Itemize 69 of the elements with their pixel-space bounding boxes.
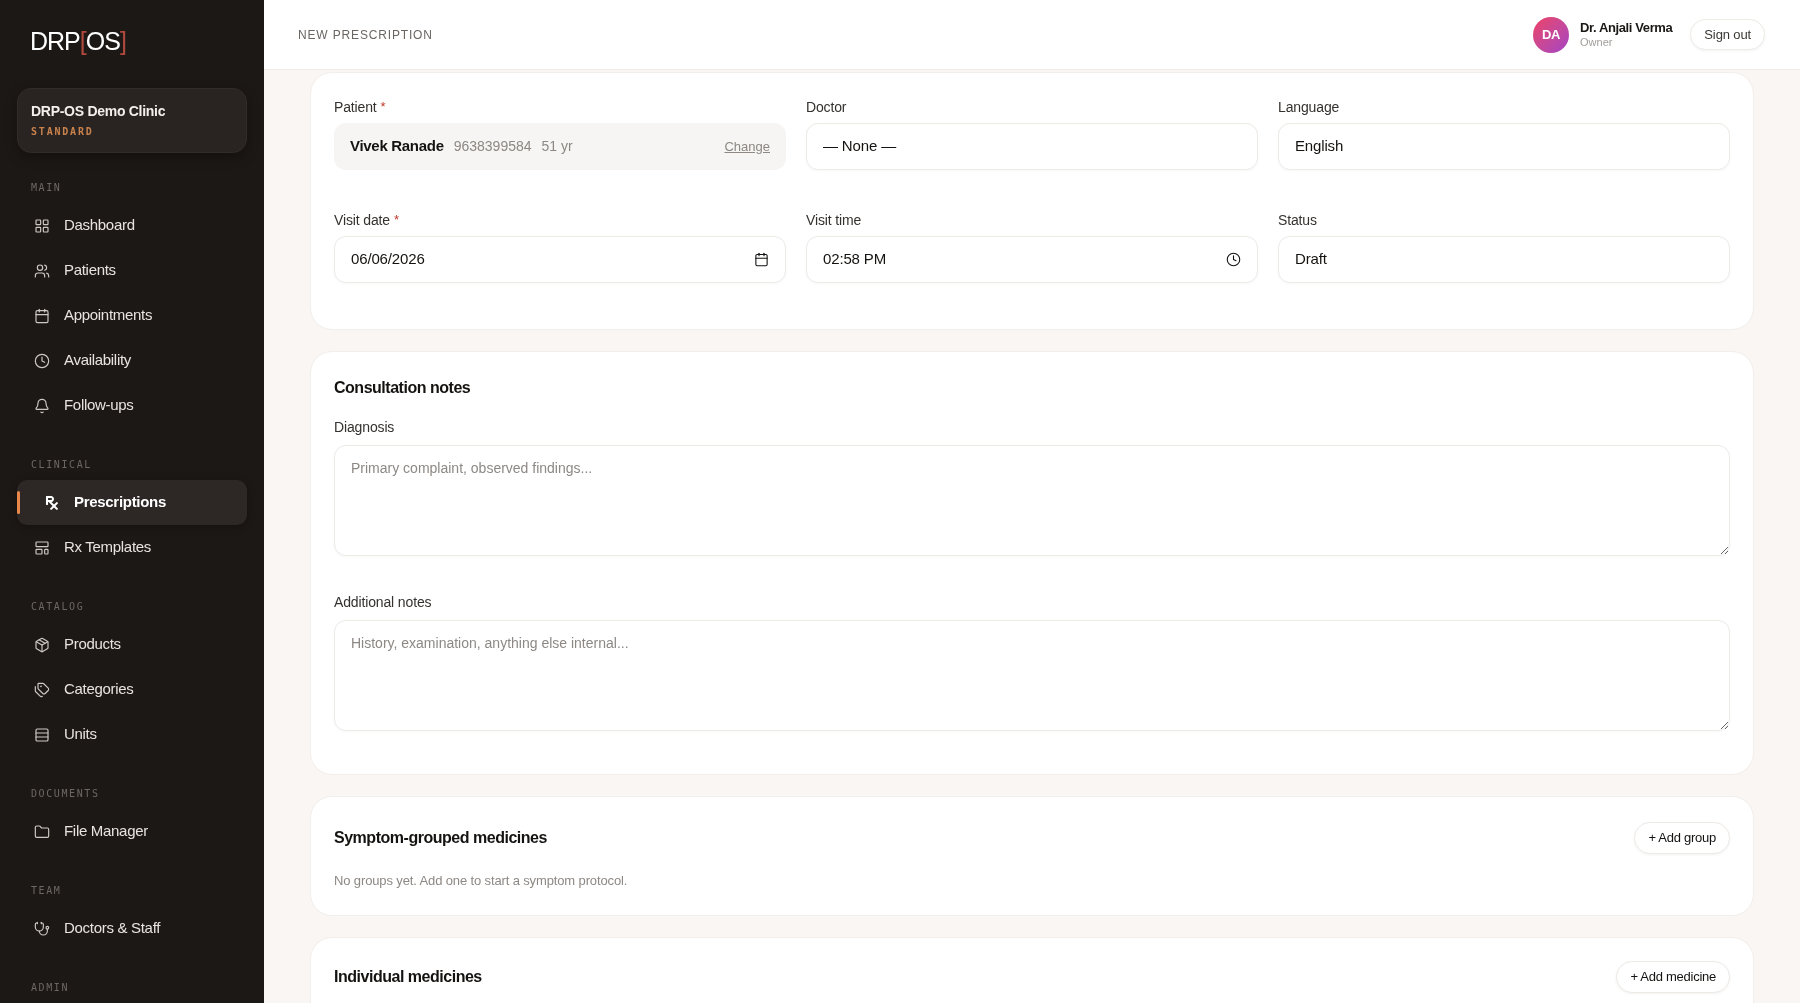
folder-icon xyxy=(34,823,50,840)
section-label: MAIN xyxy=(31,180,62,195)
field-label: Status xyxy=(1278,210,1317,230)
page-title: NEW PRESCRIPTION xyxy=(298,26,433,44)
patient-phone: 9638399584 xyxy=(453,137,532,156)
clock-icon xyxy=(1226,252,1241,267)
field-label: Patient xyxy=(334,97,377,117)
field-label: Diagnosis xyxy=(334,417,395,437)
sign-out-button[interactable]: Sign out xyxy=(1690,19,1765,50)
field-label: Language xyxy=(1278,97,1340,117)
field-label: Visit time xyxy=(806,210,862,230)
required-mark: * xyxy=(380,98,386,117)
notes-textarea[interactable]: Primary complaint, observed findings... xyxy=(334,445,1730,556)
tags-icon xyxy=(34,681,50,698)
select-field[interactable]: English xyxy=(1278,123,1730,170)
sidebar-item[interactable]: Doctors & Staff xyxy=(17,906,247,951)
active-indicator xyxy=(17,491,20,514)
field-label: Visit date xyxy=(334,210,390,230)
bell-icon xyxy=(34,397,50,414)
sidebar-item[interactable]: Categories xyxy=(17,667,247,712)
clock-icon xyxy=(34,352,50,369)
section-label: DOCUMENTS xyxy=(31,786,100,801)
sidebar-item[interactable]: Units xyxy=(17,712,247,757)
sidebar-item[interactable]: Appointments xyxy=(17,293,247,338)
section-label: CATALOG xyxy=(31,599,85,614)
date-field[interactable]: 06/06/2026 xyxy=(334,236,786,283)
notes-textarea[interactable]: History, examination, anything else internal... xyxy=(334,620,1730,731)
sidebar-item[interactable]: Dashboard xyxy=(17,203,247,248)
required-mark: * xyxy=(393,211,399,230)
select-field[interactable]: — None — xyxy=(806,123,1258,170)
patient-field[interactable]: Vivek Ranade 9638399584 51 yr Change xyxy=(334,123,786,170)
sidebar-item[interactable]: Products xyxy=(17,622,247,667)
patient-age: 51 yr xyxy=(541,137,573,156)
sidebar-item[interactable]: File Manager xyxy=(17,809,247,854)
sidebar-item[interactable]: Follow-ups xyxy=(17,383,247,428)
logo-text: DRP[OS] xyxy=(30,27,126,55)
rows-icon xyxy=(34,726,50,743)
empty-state-text: No groups yet. Add one to start a symptom protocol. xyxy=(334,872,629,889)
sidebar-item[interactable]: Patients xyxy=(17,248,247,293)
section-label: TEAM xyxy=(31,883,62,898)
select-field[interactable]: Draft xyxy=(1278,236,1730,283)
user-role: Owner xyxy=(1580,36,1614,49)
user-avatar: DA xyxy=(1533,16,1570,53)
add-button[interactable]: + Add medicine xyxy=(1616,961,1730,993)
template-icon xyxy=(34,539,50,556)
plan-label: STANDARD xyxy=(31,126,95,138)
time-field[interactable]: 02:58 PM xyxy=(806,236,1258,283)
add-button[interactable]: + Add group xyxy=(1634,822,1730,854)
sidebar-item[interactable]: Prescriptions xyxy=(17,480,247,525)
package-icon xyxy=(34,636,50,653)
user-name: Dr. Anjali Verma xyxy=(1580,20,1673,36)
section-title: Individual medicines xyxy=(334,967,482,987)
clinic-name: DRP-OS Demo Clinic xyxy=(31,103,167,120)
stethoscope-icon xyxy=(34,920,50,937)
calendar-icon xyxy=(754,252,769,267)
clinic-card[interactable]: DRP-OS Demo Clinic STANDARD xyxy=(17,88,247,153)
grid-icon xyxy=(34,217,50,234)
section-label: CLINICAL xyxy=(31,457,92,472)
field-label: Additional notes xyxy=(334,592,432,612)
calendar-icon xyxy=(34,307,50,324)
section-title: Symptom-grouped medicines xyxy=(334,828,547,848)
field-label: Doctor xyxy=(806,97,847,117)
prescription-icon xyxy=(44,494,60,511)
sidebar-item[interactable]: Rx Templates xyxy=(17,525,247,570)
section-label: ADMIN xyxy=(31,980,70,995)
sidebar-item[interactable]: Availability xyxy=(17,338,247,383)
users-icon xyxy=(34,262,50,279)
section-title: Consultation notes xyxy=(334,378,471,398)
patient-name: Vivek Ranade xyxy=(350,136,444,157)
